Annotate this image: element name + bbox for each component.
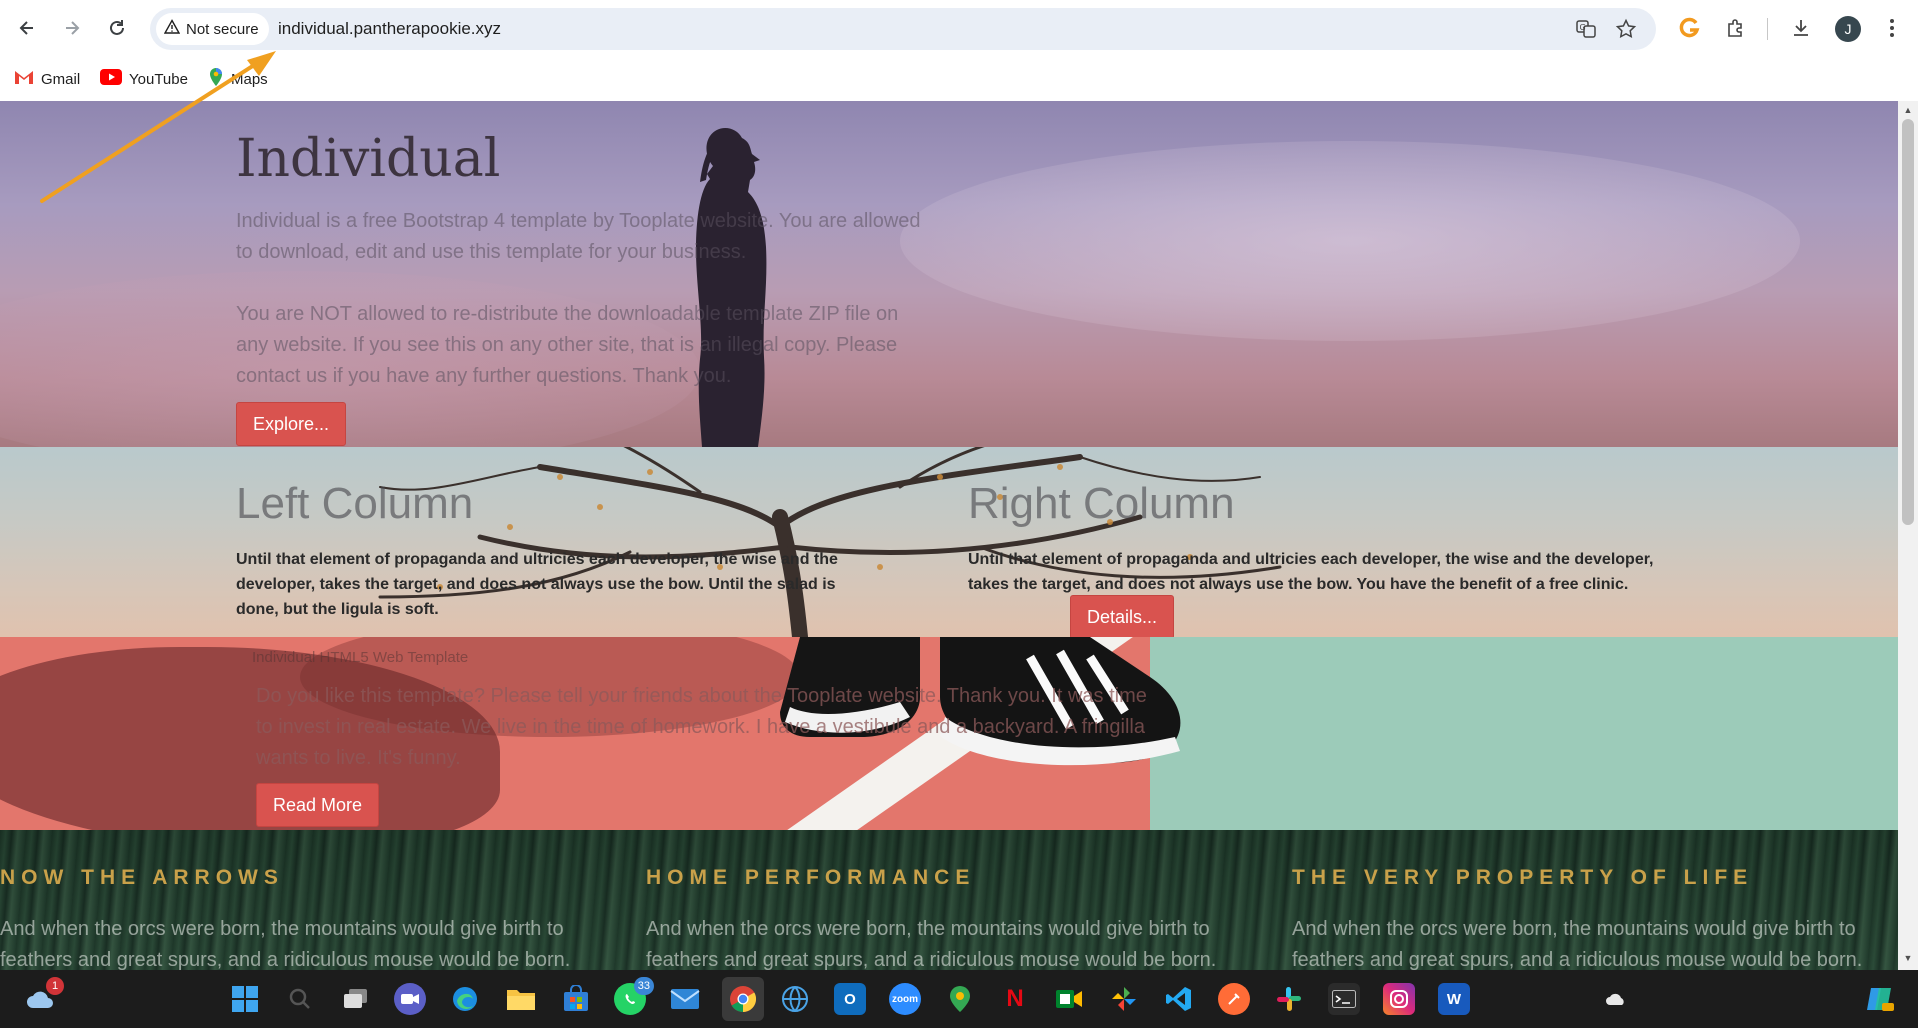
feature-title: THE VERY PROPERTY OF LIFE — [1292, 866, 1754, 889]
bookmark-star-icon[interactable] — [1614, 17, 1638, 41]
feature-text: And when the orcs were born, the mountai… — [0, 918, 571, 970]
reload-icon[interactable] — [102, 13, 132, 43]
windows-taskbar: 1 33 O zoom N W — [0, 970, 1918, 1028]
bookmark-maps[interactable]: Maps — [208, 66, 268, 92]
right-column-title: Right Column — [968, 479, 1235, 528]
security-label: Not secure — [186, 20, 259, 38]
copilot-icon[interactable] — [1864, 983, 1896, 1015]
left-column-text: Until that element of propaganda and ult… — [236, 551, 838, 618]
onedrive-cloud-icon[interactable] — [1600, 983, 1632, 1015]
youtube-icon — [100, 69, 122, 89]
web-page: Individual Individual is a free Bootstra… — [0, 101, 1898, 970]
postman-icon[interactable] — [1218, 983, 1250, 1015]
scroll-down-icon[interactable]: ▼ — [1903, 953, 1913, 963]
hero-section: Individual Individual is a free Bootstra… — [0, 101, 1898, 447]
security-chip[interactable]: Not secure — [156, 13, 269, 45]
search-icon[interactable] — [284, 983, 316, 1015]
bookmark-youtube[interactable]: YouTube — [100, 66, 188, 92]
svg-text:G: G — [1580, 23, 1586, 32]
woman-silhouette-image — [696, 127, 767, 447]
avatar-initial: J — [1844, 21, 1852, 37]
feature-title: HOME PERFORMANCE — [646, 866, 976, 889]
read-more-button[interactable]: Read More — [256, 783, 380, 827]
zoom-icon[interactable]: zoom — [889, 983, 921, 1015]
whatsapp-icon[interactable]: 33 — [614, 977, 654, 1015]
bookmark-label: YouTube — [129, 70, 188, 88]
menu-kebab-icon[interactable] — [1878, 14, 1906, 42]
pinwheel-app-icon[interactable] — [1108, 983, 1140, 1015]
netflix-icon[interactable]: N — [999, 983, 1031, 1015]
details-button[interactable]: Details... — [1070, 595, 1175, 637]
maps-icon — [208, 67, 224, 91]
weather-badge: 1 — [46, 977, 64, 995]
file-explorer-icon[interactable] — [505, 983, 537, 1015]
url-text[interactable]: individual.pantherapookie.xyz — [278, 19, 501, 39]
hero-cloud — [900, 141, 1800, 341]
toolbar-divider — [1767, 18, 1768, 40]
left-column-title: Left Column — [236, 479, 474, 528]
extension-g-icon[interactable] — [1676, 14, 1704, 42]
outlook-icon[interactable]: O — [834, 983, 866, 1015]
hero-paragraph: Individual is a free Bootstrap 4 templat… — [236, 210, 921, 263]
bookmark-gmail[interactable]: Gmail — [14, 66, 80, 92]
maps-pin-icon[interactable] — [944, 983, 976, 1015]
profile-avatar[interactable]: J — [1835, 16, 1861, 42]
teams-chat-icon[interactable] — [394, 983, 426, 1015]
right-column-text: Until that element of propaganda and ult… — [968, 551, 1654, 593]
scroll-thumb[interactable] — [1902, 119, 1914, 525]
edge-icon[interactable] — [449, 983, 481, 1015]
whatsapp-badge: 33 — [633, 977, 654, 995]
store-icon[interactable] — [560, 983, 592, 1015]
hero-paragraph: You are NOT allowed to re-distribute the… — [236, 303, 899, 387]
word-icon[interactable]: W — [1438, 983, 1470, 1015]
download-icon[interactable] — [1787, 14, 1815, 42]
page-scrollbar[interactable]: ▲ ▼ — [1898, 101, 1918, 970]
court-green-area — [1150, 637, 1898, 830]
warning-icon — [163, 19, 181, 39]
bookmark-label: Gmail — [41, 70, 81, 88]
back-icon[interactable] — [12, 13, 42, 43]
globe-app-icon[interactable] — [779, 983, 811, 1015]
gmail-icon — [14, 69, 34, 89]
explore-button[interactable]: Explore... — [236, 402, 347, 446]
feature-text: And when the orcs were born, the mountai… — [1292, 918, 1863, 970]
task-view-icon[interactable] — [340, 983, 372, 1015]
address-bar[interactable]: Not secure individual.pantherapookie.xyz… — [150, 8, 1656, 50]
promo-section: Individual HTML5 Web Template Do you lik… — [0, 637, 1898, 830]
promo-text: Do you like this template? Please tell y… — [256, 685, 1147, 769]
forward-icon[interactable] — [57, 13, 87, 43]
instagram-icon[interactable] — [1383, 983, 1415, 1015]
promo-kicker: Individual HTML5 Web Template — [252, 649, 469, 666]
windows-start-icon[interactable] — [229, 983, 261, 1015]
chrome-icon[interactable] — [722, 977, 764, 1021]
slack-icon[interactable] — [1273, 983, 1305, 1015]
two-column-section: Left Column Until that element of propag… — [0, 447, 1898, 637]
vscode-icon[interactable] — [1163, 983, 1195, 1015]
features-section: NOW THE ARROWS And when the orcs were bo… — [0, 830, 1898, 970]
bookmarks-bar: Gmail YouTube Maps — [0, 58, 1918, 101]
mail-icon[interactable] — [669, 983, 701, 1015]
weather-cloud-icon[interactable]: 1 — [24, 977, 64, 1015]
extensions-puzzle-icon[interactable] — [1722, 14, 1750, 42]
translate-icon[interactable]: G — [1574, 17, 1598, 41]
feature-text: And when the orcs were born, the mountai… — [646, 918, 1217, 970]
hero-title: Individual — [236, 129, 501, 189]
scroll-up-icon[interactable]: ▲ — [1903, 105, 1913, 115]
browser-toolbar: Not secure individual.pantherapookie.xyz… — [0, 0, 1918, 58]
terminal-icon[interactable] — [1328, 983, 1360, 1015]
feature-title: NOW THE ARROWS — [0, 866, 284, 889]
bookmark-label: Maps — [231, 70, 268, 88]
meet-icon[interactable] — [1053, 983, 1085, 1015]
